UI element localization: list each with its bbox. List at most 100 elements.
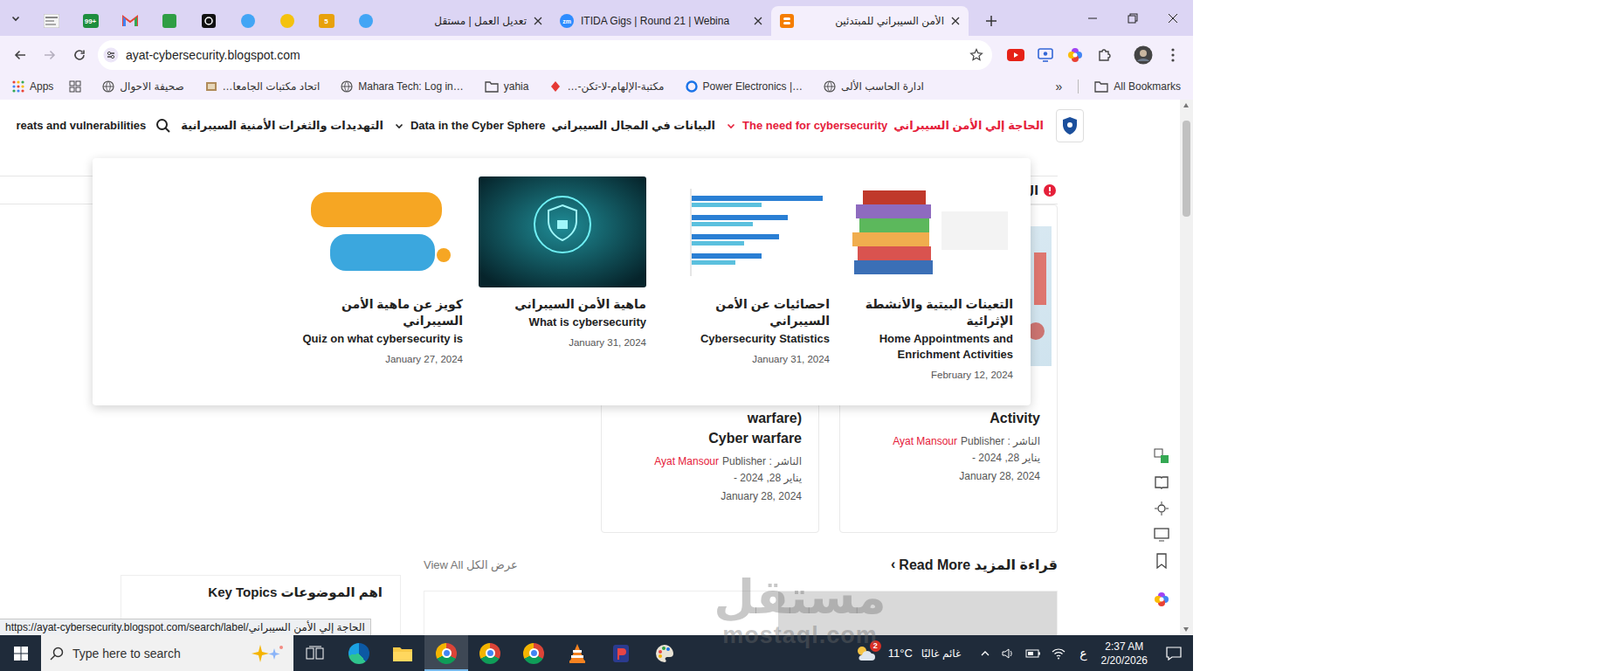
view-all-link[interactable]: عرض الكل View All: [423, 558, 518, 572]
site-logo[interactable]: [1055, 109, 1084, 143]
profile-button[interactable]: [1128, 40, 1159, 70]
blue-icon: [685, 80, 698, 93]
tool-icon[interactable]: [1152, 525, 1171, 544]
maximize-button[interactable]: [1112, 0, 1153, 36]
read-more-link[interactable]: قراءة المزيد Read More›: [890, 556, 1058, 573]
pinned-tab[interactable]: 5: [306, 6, 346, 36]
nav-item[interactable]: التهديدات والثغرات الأمنية السيبرانيةrea…: [9, 117, 383, 134]
menu-post[interactable]: احصائيات عن الأمن السيبرانيCybersecurity…: [662, 176, 830, 387]
taskbar-app[interactable]: [555, 634, 600, 671]
tool-icon[interactable]: [1152, 473, 1171, 491]
assistant-icon[interactable]: [1152, 590, 1171, 608]
nav-item[interactable]: البيانات في المجال السيبرانيData in the …: [393, 118, 716, 132]
minimize-button[interactable]: [1072, 0, 1113, 36]
bookmarks-bar: Apps صحيفة الاحوال اتحاد مكتبات الجامعا… Ma…: [0, 73, 1194, 100]
wifi-icon[interactable]: [1051, 647, 1066, 660]
bookmark[interactable]: ادارة الحاسب الألى: [816, 77, 932, 96]
taskbar-search[interactable]: Type here to search: [41, 634, 294, 671]
web-page: الحاجة إلي الأمن السيبرانيThe need for c…: [0, 99, 1194, 635]
tab-search-icon[interactable]: [10, 13, 21, 24]
extension[interactable]: [1000, 40, 1031, 70]
scrollbar[interactable]: [1179, 99, 1194, 635]
close-icon[interactable]: [951, 16, 960, 26]
tool-icon[interactable]: [1152, 499, 1171, 518]
pinned-tab[interactable]: [149, 6, 189, 36]
pinned-tab[interactable]: [345, 6, 386, 36]
start-button[interactable]: [0, 634, 42, 671]
browser-tab[interactable]: تعديل العمل | مستقل: [385, 6, 552, 36]
mega-menu: التعينات البيتية والأنشطة الإثرائيةHome …: [92, 158, 1031, 406]
pinned-tab[interactable]: [227, 6, 268, 36]
input-language[interactable]: ع: [1075, 646, 1090, 661]
sparkle-icon: [249, 642, 285, 664]
nav-item[interactable]: الحاجة إلي الأمن السيبرانيThe need for c…: [725, 118, 1044, 132]
pinned-tab[interactable]: 99+: [70, 6, 111, 36]
extensions-button[interactable]: [1089, 40, 1120, 70]
taskbar-app[interactable]: [380, 634, 425, 671]
scroll-thumb[interactable]: [1182, 120, 1191, 217]
bookmark-star-icon[interactable]: [969, 48, 984, 63]
paint-icon: [654, 642, 676, 664]
bookmark[interactable]: Mahara Tech: Log in…: [333, 77, 471, 96]
search-icon[interactable]: [155, 117, 172, 134]
taskbar-app[interactable]: [468, 634, 512, 671]
close-icon[interactable]: [753, 16, 763, 26]
volume-icon[interactable]: [1000, 646, 1015, 661]
browser-tab[interactable]: zmITIDA Gigs | Round 21 | Webina: [551, 6, 772, 36]
extension[interactable]: [1030, 40, 1061, 70]
notification-center[interactable]: [1154, 634, 1194, 671]
windows-icon: [13, 646, 28, 661]
taskbar-app[interactable]: [293, 634, 338, 671]
tool-icon[interactable]: [1152, 447, 1171, 465]
battery-icon[interactable]: [1025, 647, 1042, 660]
taskbar-app[interactable]: [599, 634, 643, 671]
globe-icon: [823, 80, 836, 93]
site-info-icon[interactable]: [103, 47, 119, 63]
menu-post[interactable]: كويز عن ماهية الأمن السيبرانيQuiz on wha…: [295, 176, 463, 387]
pinned-tab[interactable]: [110, 6, 150, 36]
folder-icon: [1094, 80, 1109, 93]
browser-tab[interactable]: الأمن السيبراني للمبتدئين: [771, 6, 969, 36]
address-bar[interactable]: ayat-cybersecurity.blogspot.com: [97, 40, 993, 70]
menu-post[interactable]: التعينات البيتية والأنشطة الإثرائيةHome …: [845, 176, 1014, 387]
system-tray: ع: [976, 634, 1094, 671]
menu-button[interactable]: [1158, 40, 1188, 70]
new-tab-icon[interactable]: [985, 14, 998, 28]
all-bookmarks[interactable]: All Bookmarks: [1087, 77, 1188, 96]
more-bookmarks[interactable]: »: [1048, 76, 1070, 97]
apps-bookmark[interactable]: Apps: [5, 77, 61, 96]
apps-icon: [12, 80, 25, 93]
post-title: (warfare: [606, 407, 814, 428]
bookmark[interactable]: اتحاد مكتبات الجامعا…: [198, 77, 328, 96]
menu-post[interactable]: ماهية الأمن السيبرانيWhat is cybersecuri…: [478, 176, 647, 387]
weather-widget[interactable]: 211°Cغائم غالبًا: [851, 634, 966, 671]
back-button[interactable]: [5, 40, 35, 70]
tab-favicon: zm: [559, 13, 574, 28]
taskbar-app[interactable]: [337, 634, 381, 671]
show-hidden-icon[interactable]: [979, 648, 991, 659]
taskbar-app[interactable]: [511, 634, 556, 671]
forward-button[interactable]: [34, 40, 65, 70]
post-thumbnail: [478, 176, 647, 288]
taskbar-app[interactable]: [642, 634, 687, 671]
bookmark[interactable]: Power Electronics |…: [678, 77, 811, 96]
edge-icon: [348, 642, 370, 664]
tab-groups[interactable]: [62, 77, 89, 96]
pinned-tab[interactable]: [188, 6, 228, 36]
extension[interactable]: [1060, 40, 1090, 70]
tool-icon[interactable]: [1152, 551, 1171, 570]
bookmark[interactable]: مكتبة-الإلهام-لا-تكن-…: [542, 77, 671, 96]
close-button[interactable]: [1152, 0, 1194, 36]
bookmark[interactable]: yahia: [477, 77, 537, 96]
restore-icon: [1127, 13, 1138, 24]
bookmark[interactable]: صحيفة الاحوال: [95, 77, 191, 96]
pinned-tab[interactable]: [31, 6, 71, 36]
reload-icon: [72, 48, 87, 63]
reload-button[interactable]: [64, 40, 95, 70]
screen-icon: [1037, 48, 1054, 63]
close-icon[interactable]: [533, 16, 543, 26]
shield-icon: [1061, 116, 1079, 136]
taskbar-app[interactable]: [424, 634, 469, 671]
pinned-tab[interactable]: [267, 6, 307, 36]
clock[interactable]: 2:37 AM2/20/2026: [1094, 634, 1155, 671]
